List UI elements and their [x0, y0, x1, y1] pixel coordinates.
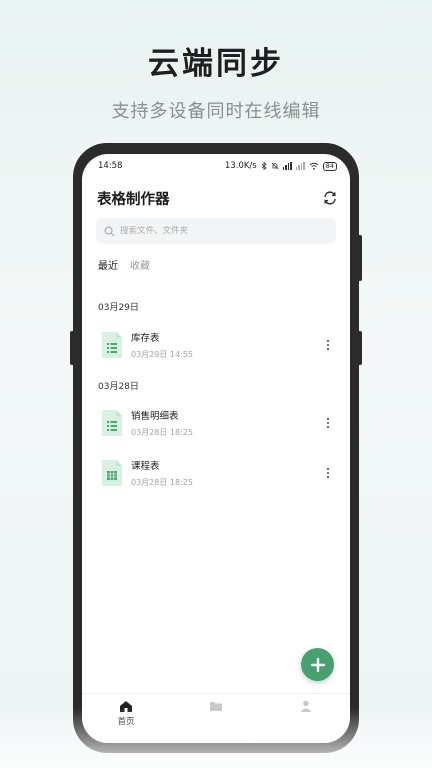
- file-info: 销售明细表 03月28日 18:25: [131, 408, 320, 438]
- nav-item-files[interactable]: [186, 700, 246, 712]
- add-file-button[interactable]: [301, 648, 334, 681]
- app-title: 表格制作器: [97, 191, 170, 208]
- grid-sheet-icon: [102, 460, 122, 486]
- file-info: 课程表 03月28日 18:25: [131, 458, 320, 488]
- signal-icon: [282, 162, 292, 170]
- file-name: 库存表: [131, 333, 160, 344]
- file-row-sales[interactable]: 销售明细表 03月28日 18:25: [82, 403, 350, 443]
- tab-bar: 最近 收藏: [82, 244, 350, 272]
- nav-item-profile[interactable]: [276, 700, 336, 712]
- phone-frame: 14:58 13.0K/s 84 表格制作器 搜索文件、文件夹 最近 收藏 03…: [70, 143, 362, 753]
- mute-icon: [271, 162, 279, 170]
- app-bar: 表格制作器: [82, 178, 350, 218]
- file-time: 03月28日 18:25: [131, 428, 193, 437]
- refresh-icon[interactable]: [322, 190, 338, 206]
- file-row-inventory[interactable]: 库存表 03月29日 14:55: [82, 325, 350, 365]
- promo-subtitle: 支持多设备同时在线编辑: [111, 101, 321, 122]
- search-input[interactable]: [120, 226, 320, 236]
- tab-recent[interactable]: 最近: [98, 257, 118, 272]
- file-time: 03月28日 18:25: [131, 478, 193, 487]
- more-options-icon[interactable]: [320, 413, 336, 433]
- file-name: 课程表: [131, 461, 160, 472]
- section-date: 03月28日: [98, 382, 139, 392]
- wifi-icon: [309, 162, 319, 170]
- phone-screen: 14:58 13.0K/s 84 表格制作器 搜索文件、文件夹 最近 收藏 03…: [82, 154, 350, 743]
- file-row-schedule[interactable]: 课程表 03月28日 18:25: [82, 453, 350, 493]
- user-icon: [300, 700, 312, 712]
- phone-power-button: [358, 331, 362, 365]
- home-icon: [120, 701, 132, 712]
- search-icon: [104, 226, 115, 236]
- phone-side-button: [70, 331, 74, 365]
- folder-icon: [210, 702, 222, 711]
- search-bar[interactable]: [96, 218, 336, 244]
- file-time: 03月29日 14:55: [131, 350, 193, 359]
- phone-volume-button: [358, 235, 362, 281]
- status-icons: 13.0K/s 84: [225, 161, 337, 171]
- network-speed: 13.0K/s: [224, 161, 257, 171]
- promo-title: 云端同步: [148, 46, 284, 82]
- list-sheet-icon: [102, 332, 122, 358]
- nav-item-home[interactable]: 首页: [96, 700, 156, 727]
- bottom-nav: 首页: [82, 693, 350, 743]
- status-bar: 14:58 13.0K/s 84: [82, 154, 350, 178]
- file-info: 库存表 03月29日 14:55: [131, 330, 320, 360]
- nav-label-home: 首页: [117, 717, 135, 727]
- list-sheet-icon: [102, 410, 122, 436]
- battery-icon: 84: [322, 161, 337, 171]
- file-name: 销售明细表: [131, 411, 179, 422]
- more-options-icon[interactable]: [320, 463, 336, 483]
- status-time: 14:58: [98, 161, 123, 171]
- more-options-icon[interactable]: [320, 335, 336, 355]
- section-date: 03月29日: [98, 303, 139, 313]
- plus-icon: [310, 657, 325, 672]
- bluetooth-icon: [261, 162, 267, 170]
- tab-favorites[interactable]: 收藏: [130, 257, 150, 272]
- signal-icon-2: [295, 162, 305, 170]
